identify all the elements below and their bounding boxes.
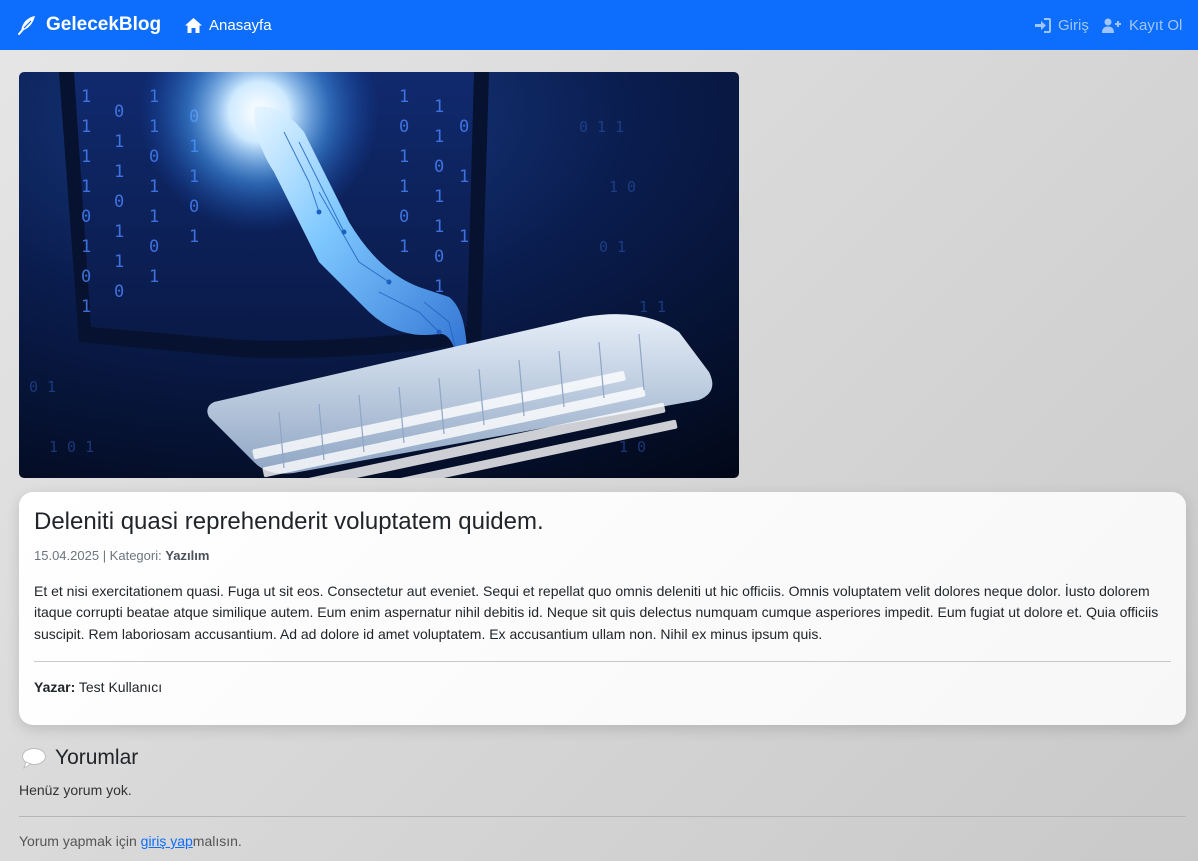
post-featured-image: 0 1 11 0 0 11 1 0 11 0 1 01 0 111 101 01… (19, 72, 739, 478)
svg-text:1: 1 (399, 177, 409, 197)
svg-text:0: 0 (399, 117, 409, 137)
comments-header: Yorumlar (21, 746, 138, 770)
svg-text:0: 0 (114, 102, 124, 122)
sign-in-icon (1035, 17, 1051, 33)
login-link[interactable]: giriş yap (141, 833, 193, 849)
post-date: 15.04.2025 (34, 547, 100, 563)
post-meta: 15.04.2025 | Kategori: Yazılım (34, 548, 1171, 563)
digital-hand-keyboard-image: 0 1 11 0 0 11 1 0 11 0 1 01 0 111 101 01… (19, 72, 739, 478)
svg-text:1: 1 (434, 97, 444, 117)
post-meta-separator: | Kategori: (99, 547, 166, 563)
svg-text:1: 1 (459, 227, 469, 247)
nav-login-label: Giriş (1058, 16, 1089, 34)
svg-text:0: 0 (114, 192, 124, 212)
svg-text:0 1 1: 0 1 1 (579, 118, 624, 136)
svg-text:0: 0 (399, 207, 409, 227)
login-note-suffix: malısın. (192, 833, 242, 849)
svg-text:1 0: 1 0 (609, 178, 636, 196)
svg-text:0: 0 (114, 282, 124, 302)
svg-text:1: 1 (459, 167, 469, 187)
speech-bubble-icon (21, 747, 47, 769)
svg-text:0: 0 (81, 207, 91, 227)
login-required-note: Yorum yapmak için giriş yapmalısın. (19, 833, 242, 849)
svg-text:1: 1 (434, 187, 444, 207)
svg-text:1: 1 (399, 147, 409, 167)
svg-text:1: 1 (189, 227, 199, 247)
post-author: Yazar: Test Kullanıcı (34, 679, 1171, 695)
post-category: Yazılım (165, 547, 210, 563)
svg-text:1: 1 (149, 267, 159, 287)
post-card: Deleniti quasi reprehenderit voluptatem … (19, 492, 1186, 725)
nav-login-link[interactable]: Giriş (1035, 0, 1089, 50)
svg-text:1: 1 (81, 237, 91, 257)
author-label: Yazar: (34, 679, 76, 696)
top-navbar: GelecekBlog Anasayfa Giriş Kayıt Ol (0, 0, 1198, 50)
nav-register-label: Kayıt Ol (1129, 16, 1183, 34)
svg-text:1: 1 (149, 177, 159, 197)
svg-text:1: 1 (114, 252, 124, 272)
svg-text:1: 1 (81, 117, 91, 137)
nav-register-link[interactable]: Kayıt Ol (1102, 0, 1182, 50)
svg-text:0: 0 (434, 157, 444, 177)
svg-text:1: 1 (399, 87, 409, 107)
home-icon (185, 17, 202, 33)
author-name: Test Kullanıcı (75, 679, 163, 696)
nav-home-link[interactable]: Anasayfa (185, 0, 272, 50)
svg-text:1: 1 (434, 217, 444, 237)
comments-divider (19, 816, 1186, 817)
svg-text:0 1: 0 1 (29, 378, 56, 396)
user-plus-icon (1102, 18, 1122, 33)
svg-text:0 1: 0 1 (599, 238, 626, 256)
post-divider (34, 661, 1171, 663)
svg-text:1: 1 (114, 162, 124, 182)
nav-home-label: Anasayfa (209, 16, 272, 34)
svg-text:1: 1 (81, 177, 91, 197)
brand-link[interactable]: GelecekBlog (18, 0, 161, 50)
svg-text:1 0: 1 0 (619, 438, 646, 456)
svg-text:1: 1 (434, 127, 444, 147)
svg-text:0: 0 (459, 117, 469, 137)
svg-text:0: 0 (81, 267, 91, 287)
svg-text:1: 1 (81, 147, 91, 167)
svg-text:0: 0 (434, 247, 444, 267)
brand-name: GelecekBlog (46, 14, 162, 35)
svg-text:1 0 1: 1 0 1 (49, 438, 94, 456)
feather-pen-icon (18, 15, 38, 35)
svg-text:1: 1 (149, 207, 159, 227)
login-note-prefix: Yorum yapmak için (19, 833, 141, 849)
post-title: Deleniti quasi reprehenderit voluptatem … (34, 508, 544, 535)
svg-text:1: 1 (114, 132, 124, 152)
svg-text:0: 0 (149, 237, 159, 257)
svg-text:1: 1 (114, 222, 124, 242)
svg-text:1: 1 (81, 297, 91, 317)
svg-text:1: 1 (81, 87, 91, 107)
no-comments-text: Henüz yorum yok. (19, 782, 132, 798)
comments-title: Yorumlar (55, 746, 139, 769)
svg-text:1: 1 (399, 237, 409, 257)
post-body: Et et nisi exercitationem quasi. Fuga ut… (34, 582, 1159, 642)
svg-text:1 1: 1 1 (639, 298, 666, 316)
